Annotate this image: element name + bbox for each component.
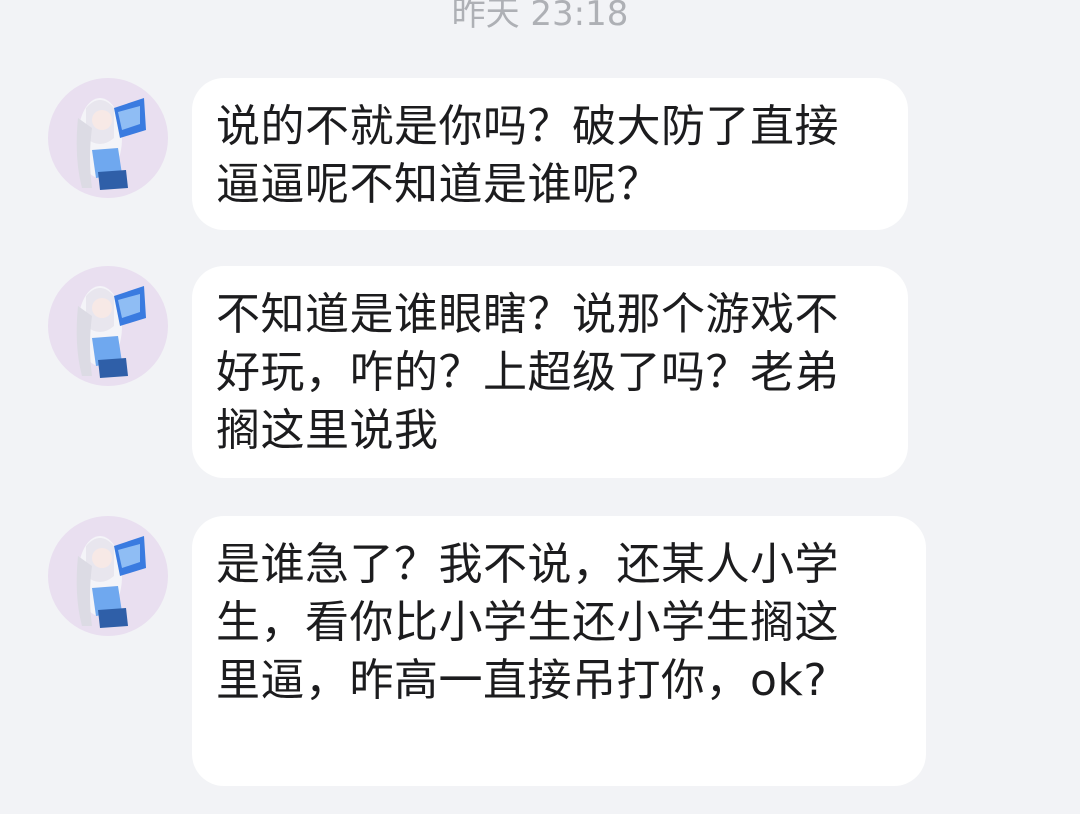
- timestamp: 昨天 23:18: [451, 0, 629, 34]
- message-bubble[interactable]: 是谁急了？我不说，还某人小学 生，看你比小学生还小学生搁这 里逼，昨高一直接吊打…: [192, 516, 926, 786]
- message-bubble[interactable]: 不知道是谁眼瞎？说那个游戏不 好玩，咋的？上超级了吗？老弟 搁这里说我: [192, 266, 908, 478]
- anime-girl-avatar-icon: [76, 286, 146, 378]
- anime-girl-avatar-icon: [76, 536, 146, 628]
- message-text: 是谁急了？我不说，还某人小学 生，看你比小学生还小学生搁这 里逼，昨高一直接吊打…: [216, 539, 839, 706]
- message-text: 说的不就是你吗？破大防了直接 逼逼呢不知道是谁呢？: [216, 101, 839, 210]
- message-bubble[interactable]: 说的不就是你吗？破大防了直接 逼逼呢不知道是谁呢？: [192, 78, 908, 230]
- sender-avatar[interactable]: [48, 78, 168, 198]
- message-text: 不知道是谁眼瞎？说那个游戏不 好玩，咋的？上超级了吗？老弟 搁这里说我: [216, 289, 839, 456]
- sender-avatar[interactable]: [48, 516, 168, 636]
- anime-girl-avatar-icon: [76, 98, 146, 190]
- sender-avatar[interactable]: [48, 266, 168, 386]
